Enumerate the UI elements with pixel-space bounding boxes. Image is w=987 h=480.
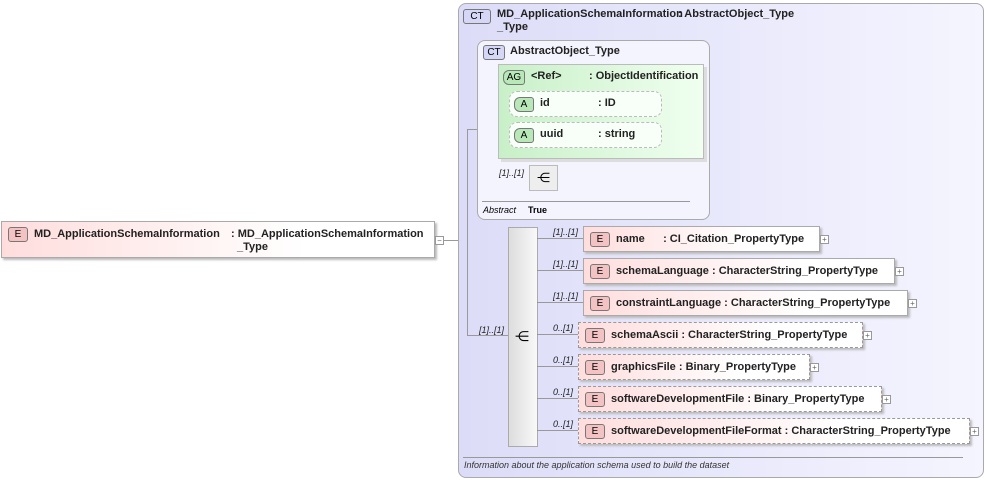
base-type-tag: CT [483,45,505,60]
child-element-label: softwareDevelopmentFileFormat : Characte… [611,425,951,437]
complex-type-tag: CT [463,9,491,24]
attribute-id[interactable]: A id : ID [509,91,662,117]
element-tag: E [585,392,605,407]
abstract-label: Abstract [483,205,517,215]
expand-toggle[interactable]: + [820,235,829,244]
child-element[interactable]: E schemaLanguage : CharacterString_Prope… [583,258,895,284]
attribute-group-type: : ObjectIdentification [589,70,699,82]
attribute-type: : ID [598,97,616,109]
child-element[interactable]: E constraintLanguage : CharacterString_P… [583,290,908,316]
child-element-label: constraintLanguage : CharacterString_Pro… [616,297,891,309]
child-cardinality: 0..[1] [553,355,574,365]
child-element-label: schemaLanguage : CharacterString_Propert… [616,265,879,277]
child-cardinality: 0..[1] [553,323,574,333]
attribute-group-tag: AG [503,70,525,85]
element-tag: E [585,424,605,439]
expand-toggle[interactable]: + [970,427,979,436]
child-element[interactable]: E graphicsFile : Binary_PropertyType [578,354,810,380]
abstract-value: True [528,205,548,215]
child-cardinality: [1]..[1] [553,291,579,301]
child-cardinality: [1]..[1] [553,259,579,269]
element-tag: E [8,227,28,242]
attribute-uuid[interactable]: A uuid : string [509,122,662,148]
attribute-group[interactable]: AG <Ref> : ObjectIdentification A id : I… [498,64,704,159]
child-cardinality: 0..[1] [553,419,574,429]
attribute-type: : string [598,128,636,140]
base-sequence-icon[interactable]: ⋲ [529,165,558,191]
element-tag: E [585,328,605,343]
child-cardinality: 0..[1] [553,387,574,397]
child-element[interactable]: E schemaAscii : CharacterString_Property… [578,322,863,348]
element-tag: E [585,360,605,375]
expand-toggle[interactable]: + [810,363,819,372]
attribute-tag: A [514,97,534,112]
child-element-label: graphicsFile : Binary_PropertyType [611,361,797,373]
attribute-name: id [540,97,550,109]
element-tag: E [590,232,610,247]
complex-type-name: MD_ApplicationSchemaInformation [497,8,683,20]
element-tag: E [590,296,610,311]
base-sequence-cardinality: [1]..[1] [499,168,525,178]
base-type-name: AbstractObject_Type [510,45,620,57]
expand-toggle[interactable]: + [908,299,917,308]
child-element-label: name : CI_Citation_PropertyType [616,233,805,245]
root-element-type-cont: _Type [237,241,268,253]
expand-toggle[interactable]: + [895,267,904,276]
attribute-group-name: <Ref> [531,70,562,82]
sequence-icon: ⋲ [515,328,529,344]
child-cardinality: [1]..[1] [553,227,579,237]
collapse-toggle[interactable]: − [435,236,444,245]
complex-type-base: : AbstractObject_Type [678,8,795,20]
expand-toggle[interactable]: + [863,331,872,340]
root-element-name: MD_ApplicationSchemaInformation [34,228,220,240]
documentation: Information about the application schema… [464,460,730,470]
attribute-name: uuid [540,128,564,140]
child-element-label: softwareDevelopmentFile : Binary_Propert… [611,393,865,405]
attribute-tag: A [514,128,534,143]
child-element[interactable]: E name : CI_Citation_PropertyType [583,226,820,252]
child-element-label: schemaAscii : CharacterString_PropertyTy… [611,329,848,341]
sequence-compositor[interactable]: ⋲ [508,227,538,447]
child-element[interactable]: E softwareDevelopmentFile : Binary_Prope… [578,386,882,412]
sequence-cardinality: [1]..[1] [479,325,505,335]
root-element[interactable]: E MD_ApplicationSchemaInformation : MD_A… [1,221,435,258]
complex-type-name-cont: _Type [497,21,528,33]
expand-toggle[interactable]: + [882,395,891,404]
element-tag: E [590,264,610,279]
child-element[interactable]: E softwareDevelopmentFileFormat : Charac… [578,418,970,444]
root-element-type: : MD_ApplicationSchemaInformation [231,228,424,240]
base-type-box[interactable]: CT AbstractObject_Type AG <Ref> : Object… [477,40,710,220]
